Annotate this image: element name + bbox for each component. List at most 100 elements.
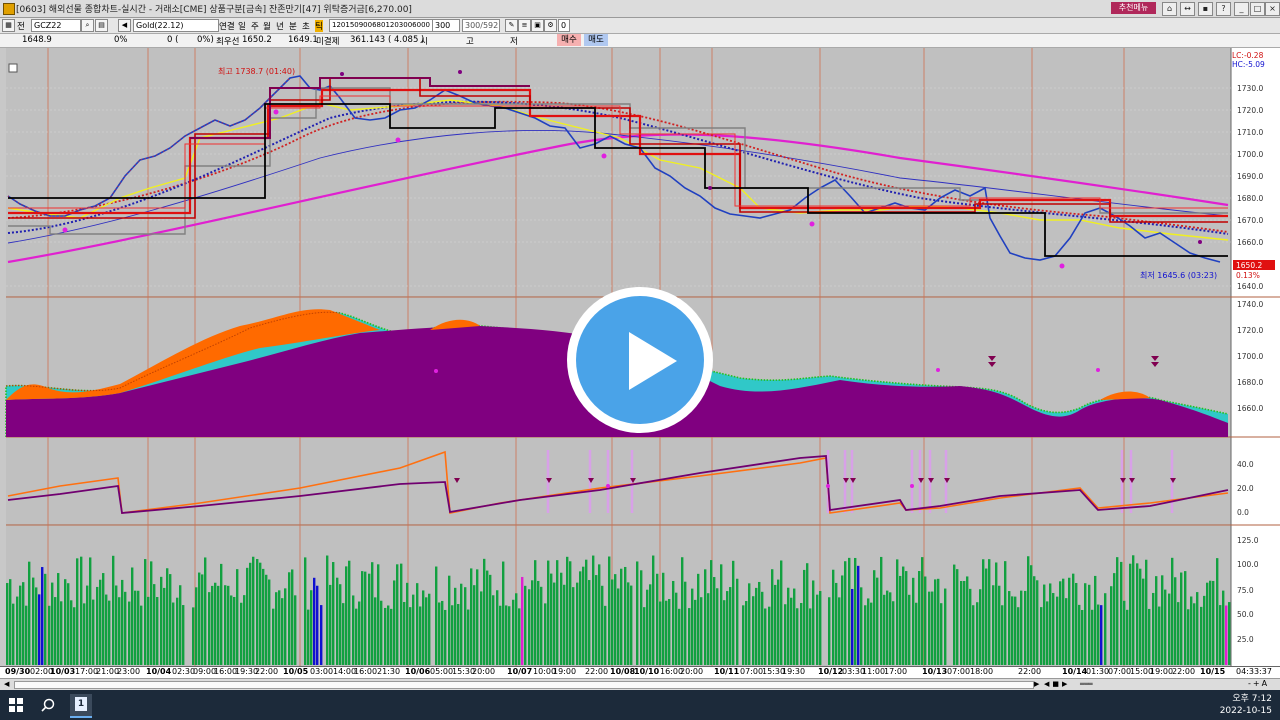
date-axis-label: 10/14 <box>1062 667 1088 676</box>
chart-scrollbar[interactable]: ◀ ▶ ◀■▶ ═══ -+A <box>0 678 1280 690</box>
volume-bar <box>345 566 348 665</box>
volume-bar <box>1033 576 1036 665</box>
volume-bar <box>304 557 307 665</box>
volume-bar <box>1043 584 1046 665</box>
volume-bar <box>790 597 793 665</box>
volume-bar <box>521 576 524 665</box>
page-field[interactable]: 300/592 <box>462 19 500 32</box>
volume-bar <box>348 560 351 665</box>
scroll-left-icon[interactable]: ◀ <box>4 680 11 688</box>
volume-bar <box>592 555 595 665</box>
volume-bar <box>160 576 163 665</box>
open-interest-label: 미결제 <box>316 37 340 47</box>
open-interest: 361.143 <box>350 35 386 45</box>
volume-bar <box>480 591 483 665</box>
volume-bar <box>681 557 684 665</box>
volume-bar <box>339 584 342 665</box>
volume-bar <box>803 569 806 665</box>
volume-bar <box>1209 580 1212 665</box>
play-button[interactable] <box>567 287 713 433</box>
save-icon[interactable]: ▣ <box>531 19 544 32</box>
help-icon[interactable]: ? <box>1216 2 1231 16</box>
count-field[interactable]: 300 <box>432 19 460 32</box>
windows-start-icon[interactable] <box>9 698 23 712</box>
zoom-slider-icon[interactable]: ═══ <box>1080 680 1093 688</box>
volume-bar <box>1177 602 1180 665</box>
recommend-menu-button[interactable]: 추천메뉴 <box>1111 2 1156 14</box>
volume-bar <box>649 584 652 665</box>
date-axis-label: 18:00 <box>970 667 994 676</box>
config-icon[interactable]: ⚙ <box>544 19 557 32</box>
date-axis-label: 09:00 <box>193 667 217 676</box>
settings-icon[interactable]: ▦ <box>2 19 15 32</box>
volume-bar <box>768 606 771 665</box>
volume-bar <box>384 607 387 665</box>
period-month[interactable]: 월 <box>263 20 271 32</box>
volume-bar <box>233 596 236 665</box>
prev-symbol-icon[interactable]: ◀ <box>118 19 131 32</box>
volume-bar <box>892 601 895 665</box>
search-icon[interactable] <box>40 697 56 713</box>
panel-toggle-icon[interactable] <box>8 63 18 73</box>
symbol-code-field[interactable]: GCZ22 <box>31 19 81 32</box>
interval-buttons[interactable]: 1201509006801203006000 <box>329 19 433 32</box>
sell-button[interactable]: 매도 <box>584 34 608 46</box>
date-axis-label: 20:00 <box>680 667 704 676</box>
period-minute[interactable]: 분 <box>289 20 297 32</box>
current-price: 1648.9 <box>22 35 52 45</box>
pin-icon[interactable]: ▪ <box>1198 2 1213 16</box>
volume-bar <box>64 579 67 665</box>
date-axis-label: 10/05 <box>283 667 309 676</box>
volume-bar <box>1203 595 1206 665</box>
buy-button[interactable]: 매수 <box>557 34 581 46</box>
volume-bar <box>982 559 985 665</box>
date-axis-label: 19:00 <box>553 667 577 676</box>
volume-bar <box>1001 605 1004 665</box>
mode-label[interactable]: 전 <box>17 20 25 32</box>
volume-bar <box>368 573 371 665</box>
volume-bar <box>1145 559 1148 665</box>
system-clock[interactable]: 오후 7:12 2022-10-15 <box>1220 693 1272 717</box>
volume-bar <box>99 579 102 665</box>
scroll-thumb[interactable] <box>14 681 1034 689</box>
volume-bar <box>172 602 175 665</box>
app-number: 1 <box>75 697 87 711</box>
period-day[interactable]: 일 <box>238 20 246 32</box>
profile-tick: 1680.0 <box>1237 378 1263 387</box>
playback-controls[interactable]: ◀■▶ <box>1044 680 1070 688</box>
taskbar-app[interactable]: 1 <box>70 694 92 718</box>
tools-icon[interactable]: ✎ <box>505 19 518 32</box>
maximize-icon[interactable]: □ <box>1250 2 1265 16</box>
volume-bar <box>944 588 947 665</box>
copy-icon[interactable]: ▤ <box>95 19 108 32</box>
volume-bar <box>886 590 889 665</box>
period-second[interactable]: 초 <box>302 20 310 32</box>
symbol-name-field[interactable]: Gold(22.12) <box>133 19 219 32</box>
minimize-icon[interactable]: _ <box>1234 2 1249 16</box>
period-week[interactable]: 주 <box>251 20 259 32</box>
volume-bar <box>332 562 335 665</box>
period-year[interactable]: 년 <box>276 20 284 32</box>
link-icon[interactable]: ↔ <box>1180 2 1195 16</box>
indicator-icon[interactable]: ≡ <box>518 19 531 32</box>
window-title: [0603] 해외선물 종합차트-실시간 - 거래소[CME] 상품구분[금속]… <box>16 5 412 15</box>
date-axis-label: 05:00 <box>430 667 454 676</box>
volume-bar <box>640 570 643 665</box>
lock-icon[interactable]: ⌂ <box>1162 2 1177 16</box>
period-tick[interactable]: 틱 <box>315 20 323 32</box>
volume-bar <box>720 564 723 665</box>
volume-bar <box>214 582 217 665</box>
checkbox[interactable]: 0 <box>558 19 570 32</box>
search-icon[interactable]: ⌕ <box>81 19 94 32</box>
date-axis-label: 10/10 <box>634 667 660 676</box>
volume-bar <box>371 562 374 665</box>
close-icon[interactable]: × <box>1265 2 1280 16</box>
volume-bar <box>467 609 470 665</box>
volume-bar <box>179 585 182 665</box>
volume-bar <box>313 577 316 665</box>
scroll-right-icon[interactable]: ▶ <box>1034 680 1039 688</box>
period-connect[interactable]: 연결 <box>219 20 235 32</box>
volume-bar <box>19 585 22 665</box>
volume-bar <box>1084 583 1087 665</box>
zoom-controls[interactable]: -+A <box>1248 679 1269 689</box>
